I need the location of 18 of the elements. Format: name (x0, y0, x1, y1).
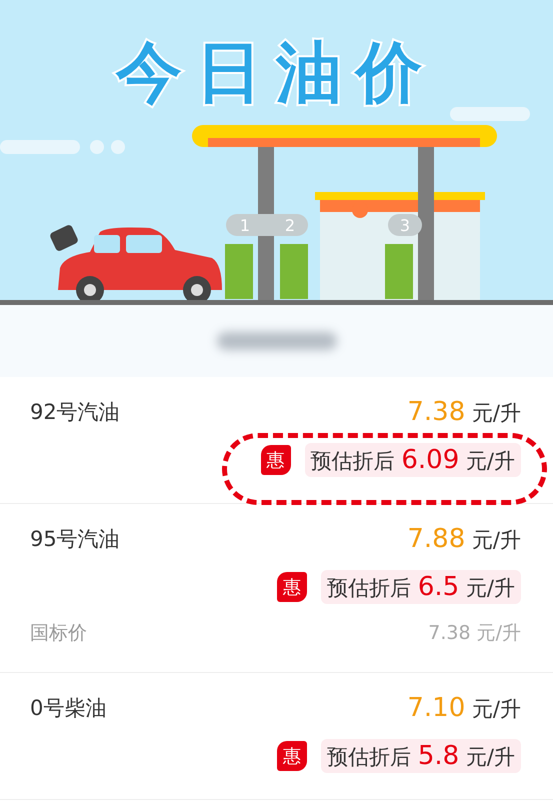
discount-badge: 惠 (277, 741, 308, 771)
reference-label: 国标价 (30, 621, 87, 646)
discount-price: 预估折后 6.09 元/升 (304, 443, 521, 477)
fuel-name: 0号柴油 (30, 695, 106, 722)
fuel-name: 92号汽油 (30, 399, 120, 426)
pump-number: 1 (240, 216, 250, 235)
fuel-price: 7.38 元/升 (407, 397, 521, 427)
pump-number: 3 (400, 216, 410, 235)
discount-price: 预估折后 5.8 元/升 (321, 739, 521, 773)
fuel-price: 7.88 元/升 (407, 524, 521, 554)
fuel-name: 95号汽油 (30, 526, 120, 553)
discount-price: 预估折后 6.5 元/升 (321, 570, 521, 604)
pump-number: 2 (284, 216, 296, 235)
discount-badge: 惠 (277, 572, 308, 602)
banner-title: 今日油价 (116, 34, 436, 111)
fuel-price: 7.10 元/升 (407, 693, 521, 723)
discount-badge: 惠 (260, 445, 291, 475)
reference-price: 7.38 元/升 (428, 621, 521, 646)
